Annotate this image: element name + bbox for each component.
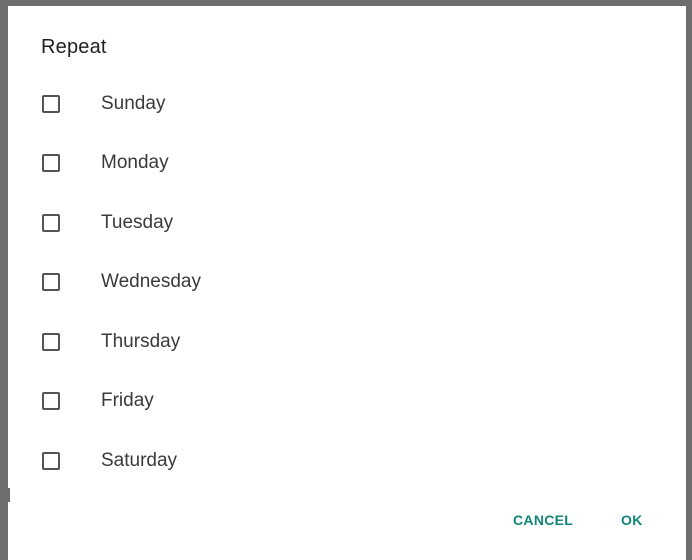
monday-checkbox[interactable] <box>42 154 60 173</box>
day-label: Tuesday <box>101 211 174 233</box>
day-label: Saturday <box>101 449 178 471</box>
day-label: Monday <box>101 152 169 174</box>
ok-button[interactable]: OK <box>621 512 643 528</box>
day-option-wednesday[interactable]: Wednesday <box>10 253 686 313</box>
window-frame-left <box>0 0 8 560</box>
day-option-thursday[interactable]: Thursday <box>10 312 686 372</box>
day-option-friday[interactable]: Friday <box>10 372 686 432</box>
day-label: Friday <box>101 390 154 412</box>
repeat-dialog: Repeat Sunday Monday Tuesday Wednesday T… <box>10 6 686 560</box>
sunday-checkbox[interactable] <box>42 94 60 113</box>
day-option-saturday[interactable]: Saturday <box>10 431 686 491</box>
day-label: Thursday <box>101 330 181 352</box>
dialog-actions: CANCEL OK <box>10 512 686 536</box>
wednesday-checkbox[interactable] <box>42 273 60 292</box>
day-option-monday[interactable]: Monday <box>10 134 686 194</box>
tuesday-checkbox[interactable] <box>42 213 60 232</box>
cancel-button[interactable]: CANCEL <box>513 512 573 528</box>
day-option-tuesday[interactable]: Tuesday <box>10 193 686 253</box>
day-label: Wednesday <box>101 271 201 293</box>
friday-checkbox[interactable] <box>42 392 60 411</box>
day-list: Sunday Monday Tuesday Wednesday Thursday… <box>10 74 686 491</box>
day-option-sunday[interactable]: Sunday <box>10 74 686 134</box>
window-frame-right <box>686 0 692 560</box>
dialog-title: Repeat <box>41 36 107 58</box>
day-label: Sunday <box>101 92 166 114</box>
thursday-checkbox[interactable] <box>42 332 60 351</box>
saturday-checkbox[interactable] <box>42 451 60 470</box>
